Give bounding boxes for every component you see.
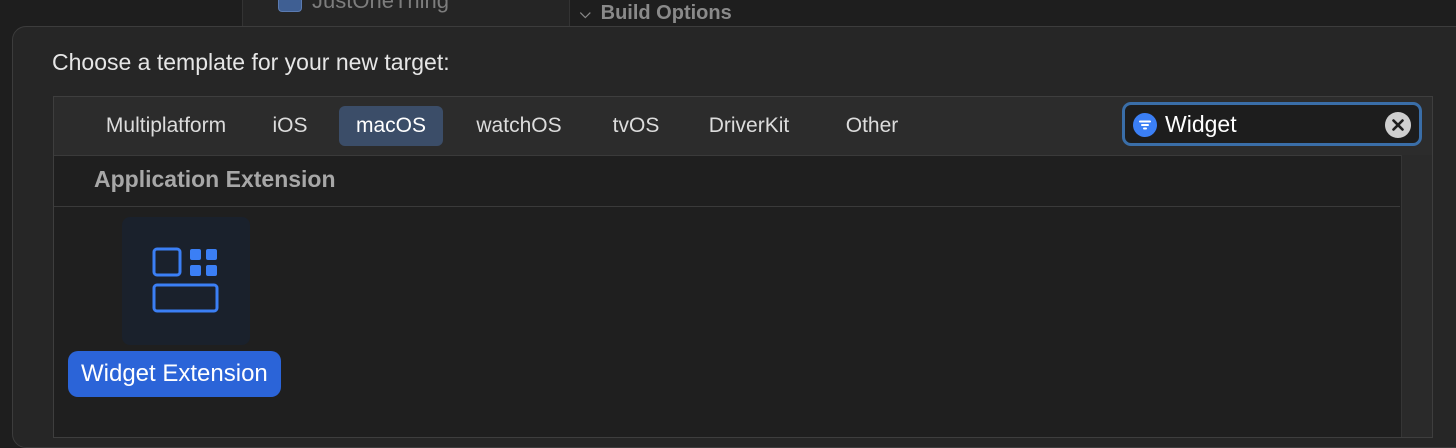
filter-icon[interactable] <box>1133 113 1157 137</box>
section-header-label: Application Extension <box>94 166 336 192</box>
template-widget-extension[interactable]: Widget Extension <box>68 215 304 405</box>
widget-extension-icon <box>152 247 219 313</box>
section-header: Application Extension <box>54 155 1400 207</box>
clear-icon[interactable] <box>1385 112 1411 138</box>
template-search-field[interactable] <box>1122 102 1422 146</box>
background-project-label: JustOneThing <box>312 0 449 13</box>
template-browser: Multiplatform iOS macOS watchOS tvOS Dri… <box>53 96 1433 438</box>
platform-tab-bar: Multiplatform iOS macOS watchOS tvOS Dri… <box>54 97 1432 156</box>
background-build-options: ⌵ Build Options <box>580 2 732 25</box>
build-options-label: Build Options <box>600 2 732 24</box>
tab-tvos[interactable]: tvOS <box>596 106 676 146</box>
project-icon <box>278 0 302 12</box>
chevron-down-icon: ⌵ <box>580 5 591 21</box>
background-project-item: JustOneThing <box>278 0 449 14</box>
tab-other[interactable]: Other <box>828 106 916 146</box>
search-input[interactable] <box>1165 109 1375 139</box>
tab-ios[interactable]: iOS <box>258 106 322 146</box>
dialog-title: Choose a template for your new target: <box>52 49 450 75</box>
tab-multiplatform[interactable]: Multiplatform <box>72 106 260 146</box>
vertical-scrollbar[interactable] <box>1401 155 1432 437</box>
template-tile[interactable] <box>122 217 250 345</box>
tab-driverkit[interactable]: DriverKit <box>694 106 804 146</box>
tab-watchos[interactable]: watchOS <box>460 106 578 146</box>
template-label[interactable]: Widget Extension <box>68 351 281 397</box>
tab-macos[interactable]: macOS <box>339 106 443 146</box>
